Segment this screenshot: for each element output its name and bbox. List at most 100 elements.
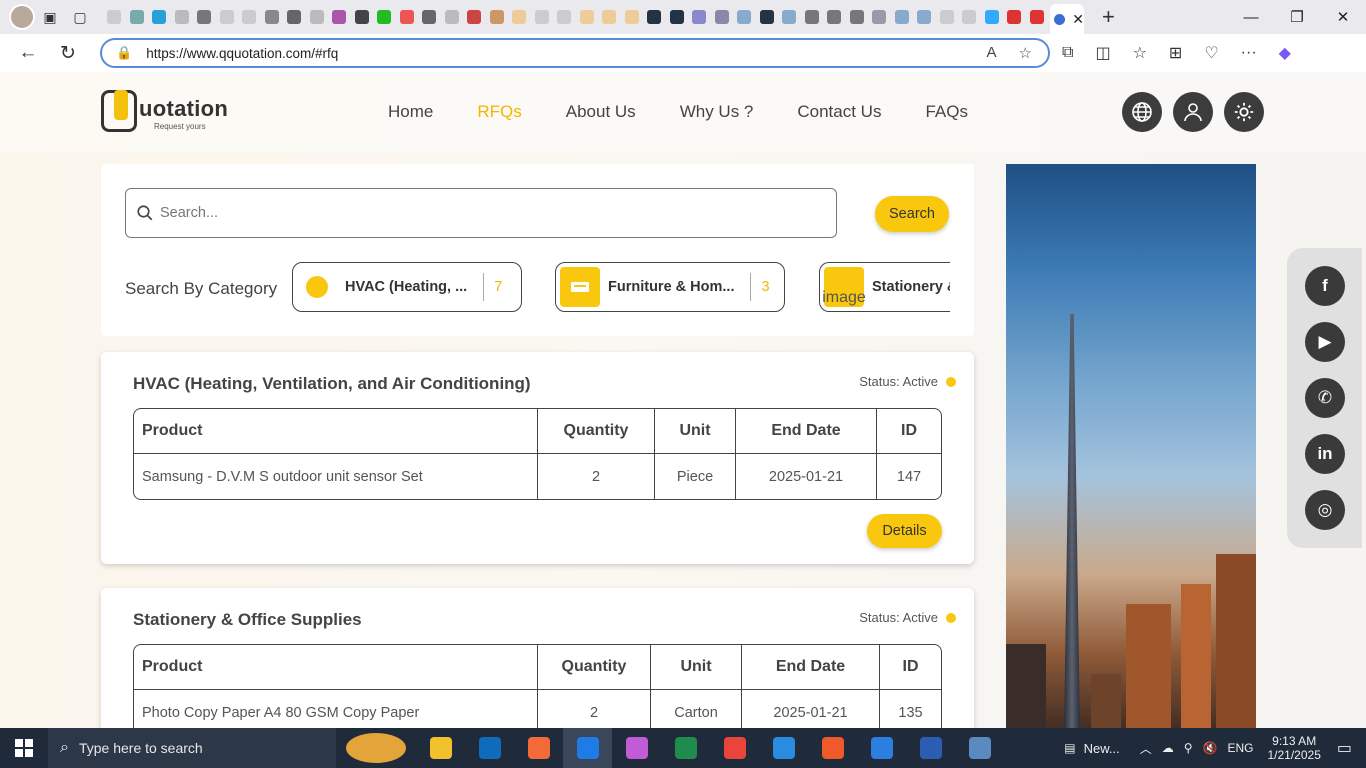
tab-favicon-icon[interactable] <box>238 9 261 25</box>
nav-about-us[interactable]: About Us <box>566 102 636 122</box>
tab-favicon-icon[interactable] <box>283 9 306 25</box>
excel-icon[interactable] <box>661 728 710 768</box>
lock-icon[interactable]: 🔒 <box>116 45 132 61</box>
tab-favicon-icon[interactable] <box>216 9 239 25</box>
edge-icon[interactable] <box>563 728 612 768</box>
tab-favicon-icon[interactable] <box>531 9 554 25</box>
edge-dev-icon[interactable] <box>857 728 906 768</box>
nav-rfqs[interactable]: RFQs <box>477 102 521 122</box>
tab-favicon-icon[interactable] <box>553 9 576 25</box>
tab-favicon-icon[interactable] <box>598 9 621 25</box>
profile-avatar[interactable] <box>9 4 35 30</box>
workspaces-icon[interactable]: ▣ <box>35 4 65 30</box>
tab-favicon-icon[interactable] <box>328 9 351 25</box>
active-tab[interactable]: ✕ <box>1050 4 1084 34</box>
language-indicator[interactable]: ENG <box>1227 741 1253 755</box>
network-icon[interactable]: ⚲ <box>1184 741 1193 755</box>
xampp-icon[interactable] <box>514 728 563 768</box>
more-menu-icon[interactable]: ··· <box>1241 44 1257 62</box>
nav-contact-us[interactable]: Contact Us <box>797 102 881 122</box>
nav-home[interactable]: Home <box>388 102 433 122</box>
tab-favicon-icon[interactable] <box>418 9 441 25</box>
tab-favicon-icon[interactable] <box>756 9 779 25</box>
tab-favicon-icon[interactable] <box>148 9 171 25</box>
back-icon[interactable]: ← <box>8 42 48 64</box>
close-tab-icon[interactable]: ✕ <box>1072 11 1084 28</box>
favorite-star-icon[interactable]: ☆ <box>1019 44 1032 62</box>
tab-favicon-icon[interactable] <box>958 9 981 25</box>
extensions-icon[interactable]: ⧉ <box>1062 44 1073 62</box>
category-chip-hvac[interactable]: HVAC (Heating, ... 7 <box>292 262 522 312</box>
maximize-button[interactable]: ❐ <box>1274 0 1320 34</box>
split-screen-icon[interactable]: ◫ <box>1095 43 1110 63</box>
tab-favicon-icon[interactable] <box>913 9 936 25</box>
refresh-icon[interactable]: ↻ <box>48 42 88 65</box>
vscode-icon[interactable] <box>759 728 808 768</box>
tab-favicon-icon[interactable] <box>576 9 599 25</box>
language-globe-icon[interactable] <box>1122 92 1162 132</box>
tab-favicon-icon[interactable] <box>396 9 419 25</box>
search-button[interactable]: Search <box>875 196 949 232</box>
phpstorm-icon[interactable] <box>612 728 661 768</box>
squirrel-app-icon[interactable] <box>336 728 416 768</box>
new-tab-button[interactable]: + <box>1102 4 1115 30</box>
site-logo[interactable]: uotation Request yours <box>101 90 231 134</box>
news-widget-icon[interactable]: ▤ <box>1064 741 1075 755</box>
tab-favicon-icon[interactable] <box>306 9 329 25</box>
word-icon[interactable] <box>906 728 955 768</box>
tab-favicon-icon[interactable] <box>643 9 666 25</box>
nav-why-us[interactable]: Why Us ? <box>680 102 754 122</box>
theme-toggle-sun-icon[interactable] <box>1224 92 1264 132</box>
tab-favicon-icon[interactable] <box>733 9 756 25</box>
minimize-button[interactable]: — <box>1228 0 1274 34</box>
windows-start-icon[interactable] <box>0 739 48 757</box>
collections-icon[interactable]: ⊞ <box>1169 43 1182 63</box>
outlook-icon[interactable] <box>465 728 514 768</box>
close-window-button[interactable]: ✕ <box>1320 0 1366 34</box>
pgadmin-icon[interactable] <box>955 728 1004 768</box>
url-text[interactable]: https://www.qquotation.com/#rfq <box>146 46 338 61</box>
tab-favicon-icon[interactable] <box>441 9 464 25</box>
tab-favicon-icon[interactable] <box>351 9 374 25</box>
tab-favicon-icon[interactable] <box>778 9 801 25</box>
tab-favicon-icon[interactable] <box>936 9 959 25</box>
tab-favicon-icon[interactable] <box>193 9 216 25</box>
clock[interactable]: 9:13 AM 1/21/2025 <box>1267 734 1320 762</box>
volume-icon[interactable]: 🔇 <box>1203 741 1218 755</box>
tab-favicon-icon[interactable] <box>261 9 284 25</box>
file-explorer-icon[interactable] <box>416 728 465 768</box>
tab-favicon-icon[interactable] <box>823 9 846 25</box>
facebook-icon[interactable]: f <box>1305 266 1345 306</box>
tab-favicon-icon[interactable] <box>868 9 891 25</box>
linkedin-icon[interactable]: in <box>1305 434 1345 474</box>
tab-favicon-icon[interactable] <box>801 9 824 25</box>
browser-essentials-icon[interactable]: ♡ <box>1204 43 1218 63</box>
category-chip-stationery[interactable]: image Stationery & <box>819 262 950 312</box>
tab-favicon-icon[interactable] <box>171 9 194 25</box>
address-bar[interactable]: 🔒 https://www.qquotation.com/#rfq A ☆ <box>100 38 1050 68</box>
tab-actions-icon[interactable]: ▢ <box>65 4 95 30</box>
read-aloud-icon[interactable]: A <box>987 44 997 62</box>
youtube-icon[interactable]: ▶ <box>1305 322 1345 362</box>
onedrive-icon[interactable]: ☁ <box>1162 741 1174 755</box>
taskbar-search[interactable]: ⌕ Type here to search <box>48 728 336 768</box>
tab-favicon-icon[interactable] <box>1003 9 1026 25</box>
nav-faqs[interactable]: FAQs <box>925 102 968 122</box>
favorites-icon[interactable]: ☆ <box>1133 43 1147 63</box>
tray-expand-icon[interactable]: ︿ <box>1140 740 1152 757</box>
tab-favicon-icon[interactable] <box>711 9 734 25</box>
tab-favicon-icon[interactable] <box>1026 9 1049 25</box>
tab-favicon-icon[interactable] <box>463 9 486 25</box>
postman-icon[interactable] <box>808 728 857 768</box>
tab-favicon-icon[interactable] <box>891 9 914 25</box>
user-account-icon[interactable] <box>1173 92 1213 132</box>
tab-favicon-icon[interactable] <box>126 9 149 25</box>
category-chip-furniture[interactable]: Furniture & Hom... 3 <box>555 262 785 312</box>
tab-favicon-icon[interactable] <box>981 9 1004 25</box>
tab-favicon-icon[interactable] <box>621 9 644 25</box>
tab-favicon-icon[interactable] <box>486 9 509 25</box>
notifications-icon[interactable]: ▭ <box>1337 738 1352 758</box>
instagram-icon[interactable]: ◎ <box>1305 490 1345 530</box>
tab-favicon-icon[interactable] <box>508 9 531 25</box>
tab-favicon-icon[interactable] <box>666 9 689 25</box>
